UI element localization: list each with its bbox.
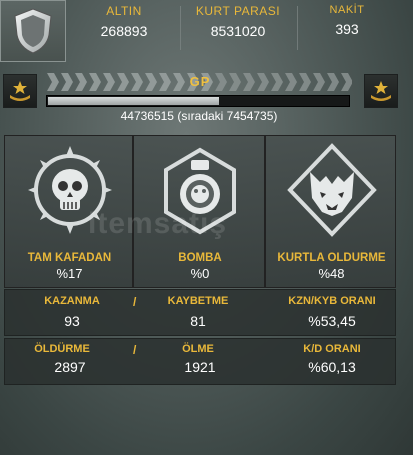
medal-name-bomb: BOMBA: [178, 252, 222, 264]
chevron-right-icon: [47, 73, 59, 91]
medal-name-headshot: TAM KAFADAN: [27, 252, 112, 264]
kills-value: 2897: [54, 359, 86, 375]
win-loss-ratio-value: %53,45: [308, 313, 356, 329]
chevron-right-icon: [271, 73, 283, 91]
kills-label: ÖLDÜRME: [34, 343, 90, 355]
chevron-right-icon: [75, 73, 87, 91]
xp-progress-fill: [48, 97, 219, 105]
header-divider: [297, 6, 298, 50]
wolf-money-value: 8531020: [210, 23, 266, 39]
cash-stat: NAKİT 393: [314, 4, 380, 37]
chevron-right-icon: [285, 73, 297, 91]
stat-separator: /: [133, 343, 137, 357]
kd-ratio-value: %60,13: [308, 359, 356, 375]
wolf-medal-icon: [287, 143, 377, 237]
next-rank-icon: [364, 74, 398, 108]
losses-label: KAYBETME: [167, 295, 229, 307]
wolf-money-stat: KURT PARASI 8531020: [186, 4, 290, 39]
chevron-right-icon: [243, 73, 255, 91]
chevron-right-icon: [229, 73, 241, 91]
gold-label: ALTIN: [106, 4, 142, 18]
chevron-right-icon: [159, 73, 171, 91]
cash-value: 393: [335, 21, 359, 37]
medal-value-wolf-kill: %48: [318, 266, 345, 281]
gold-value: 268893: [100, 23, 148, 39]
gp-label: GP: [189, 74, 211, 89]
chevron-right-icon: [313, 73, 325, 91]
medal-panel-wolf[interactable]: KURTLA OLDURME %48: [265, 135, 396, 288]
gold-stat: ALTIN 268893: [86, 4, 162, 39]
chevron-right-icon: [327, 73, 339, 91]
chevron-right-icon: [145, 73, 157, 91]
chevron-right-icon: [257, 73, 269, 91]
cash-label: NAKİT: [329, 4, 365, 16]
losses-value: 81: [190, 313, 206, 329]
chevron-right-icon: [117, 73, 129, 91]
chevron-right-icon: [61, 73, 73, 91]
medal-value-bomb: %0: [190, 266, 210, 281]
chevron-right-icon: [89, 73, 101, 91]
wins-label: KAZANMA: [44, 295, 100, 307]
deaths-label: ÖLME: [182, 343, 214, 355]
stat-separator: /: [133, 295, 137, 309]
chevron-right-icon: [299, 73, 311, 91]
chevron-right-icon: [341, 73, 352, 91]
win-loss-ratio-label: KZN/KYB ORANI: [288, 295, 376, 307]
emblem-box[interactable]: [0, 0, 66, 62]
current-rank-icon: [3, 74, 37, 108]
xp-progress-bar: [46, 95, 350, 107]
kd-ratio-label: K/D ORANI: [303, 343, 361, 355]
medal-name-wolf-kill: KURTLA OLDURME: [277, 252, 386, 264]
medal-value-headshot: %17: [56, 266, 83, 281]
chevron-right-icon: [103, 73, 115, 91]
chevron-right-icon: [131, 73, 143, 91]
wolf-money-label: KURT PARASI: [195, 4, 281, 18]
shield-icon: [14, 8, 52, 54]
watermark-text: itemsatış: [88, 207, 228, 240]
xp-text: 44736515 (sıradaki 7454735): [120, 109, 278, 123]
header-divider: [180, 6, 181, 50]
deaths-value: 1921: [184, 359, 216, 375]
wins-value: 93: [64, 313, 80, 329]
